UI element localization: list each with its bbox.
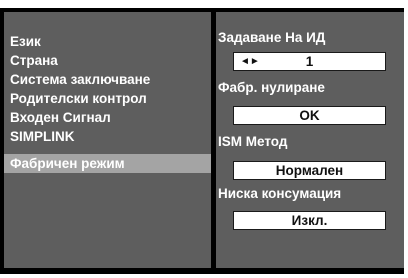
set-id-value: 1 — [305, 54, 314, 69]
left-right-arrows-icon: ◄► — [240, 56, 260, 67]
menu-item-parental-control[interactable]: Родителски контрол — [4, 89, 211, 108]
factory-reset-label: Фабр. нулиране — [218, 80, 325, 95]
ism-method-selector[interactable]: Нормален — [233, 161, 386, 180]
factory-reset-ok-button[interactable]: OK — [233, 106, 386, 125]
set-id-selector[interactable]: ◄► 1 — [233, 52, 386, 71]
ism-method-label: ISM Метод — [218, 134, 288, 149]
menu-item-input-signal[interactable]: Входен Сигнал — [4, 108, 211, 127]
set-id-label: Задаване На ИД — [218, 30, 326, 45]
low-power-label: Ниска консумация — [218, 186, 342, 201]
tv-menu-screen: Език Страна Система заключване Родителск… — [0, 0, 408, 278]
menu-item-lock-system[interactable]: Система заключване — [4, 70, 211, 89]
low-power-selector[interactable]: Изкл. — [233, 211, 386, 230]
menu-item-country[interactable]: Страна — [4, 51, 211, 70]
menu-item-language[interactable]: Език — [4, 32, 211, 51]
menu-item-factory-mode[interactable]: Фабричен режим — [4, 154, 211, 173]
menu-item-simplink[interactable]: SIMPLINK — [4, 127, 211, 146]
